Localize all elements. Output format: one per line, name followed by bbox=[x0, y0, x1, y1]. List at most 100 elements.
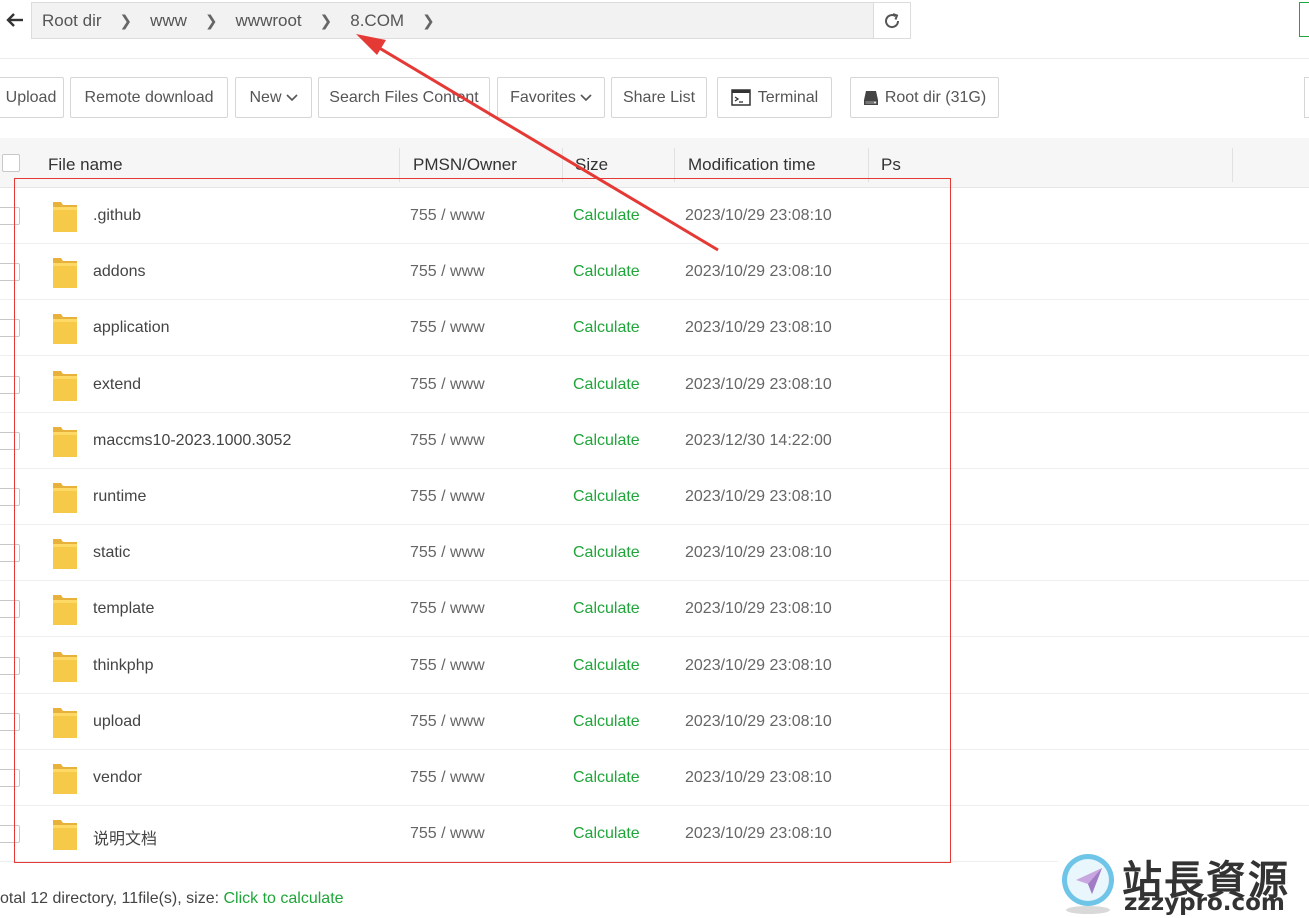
modification-time: 2023/10/29 23:08:10 bbox=[685, 207, 832, 224]
calculate-size-link[interactable]: Calculate bbox=[573, 600, 640, 618]
row-checkbox[interactable] bbox=[0, 375, 20, 394]
permission-owner[interactable]: 755 / www bbox=[410, 488, 485, 506]
permission-owner[interactable]: 755 / www bbox=[410, 713, 485, 731]
favorites-button[interactable]: Favorites bbox=[497, 77, 605, 118]
calculate-size-link[interactable]: Calculate bbox=[573, 657, 640, 675]
table-row[interactable]: application 755 / www Calculate 2023/10/29 … bbox=[0, 300, 1309, 357]
address-bar: Root dir ❯ www ❯ wwwroot ❯ 8.COM ❯ bbox=[0, 0, 1309, 44]
file-name[interactable]: runtime bbox=[93, 488, 146, 506]
file-name[interactable]: addons bbox=[93, 263, 146, 281]
file-name[interactable]: static bbox=[93, 544, 130, 562]
disk-root-button[interactable]: Root dir (31G) bbox=[850, 77, 999, 118]
modification-time: 2023/10/29 23:08:10 bbox=[685, 712, 832, 730]
calculate-size-link[interactable]: Calculate bbox=[573, 488, 640, 506]
row-checkbox[interactable] bbox=[0, 656, 20, 675]
column-header-owner[interactable]: PMSN/Owner bbox=[413, 155, 517, 175]
chevron-right-icon: ❯ bbox=[319, 12, 333, 30]
row-checkbox[interactable] bbox=[0, 488, 20, 506]
calculate-size-link[interactable]: Calculate bbox=[573, 376, 640, 394]
table-row[interactable]: template 755 / www Calculate 2023/10/29 23:… bbox=[0, 581, 1309, 638]
file-name[interactable]: maccms10-2023.1000.3052 bbox=[93, 432, 291, 450]
file-name[interactable]: 说明文档 bbox=[93, 825, 157, 849]
file-name[interactable]: application bbox=[93, 319, 170, 337]
permission-owner[interactable]: 755 / www bbox=[410, 600, 485, 618]
calculate-size-link[interactable]: Calculate bbox=[573, 319, 640, 337]
calculate-size-link[interactable]: Calculate bbox=[573, 713, 640, 731]
table-row[interactable]: runtime 755 / www Calculate 2023/10/29 23:0… bbox=[0, 469, 1309, 525]
calculate-size-link[interactable]: Calculate bbox=[573, 432, 640, 450]
chevron-down-icon bbox=[285, 91, 298, 105]
upload-button[interactable]: Upload bbox=[0, 77, 64, 118]
breadcrumb-item-www[interactable]: www ❯ bbox=[148, 11, 233, 31]
breadcrumb-item-wwwroot[interactable]: wwwroot ❯ bbox=[234, 11, 349, 31]
row-checkbox[interactable] bbox=[0, 712, 20, 731]
folder-icon bbox=[52, 368, 78, 402]
table-row[interactable]: vendor 755 / www Calculate 2023/10/29 23:08… bbox=[0, 750, 1309, 806]
folder-icon bbox=[52, 255, 78, 289]
watermark-en-text: zzzypro.com bbox=[1124, 890, 1285, 916]
breadcrumb-item-current[interactable]: 8.COM ❯ bbox=[348, 11, 450, 31]
table-row[interactable]: .github 755 / www Calculate 2023/10/29 23:0… bbox=[0, 188, 1309, 244]
file-name[interactable]: vendor bbox=[93, 769, 142, 787]
row-checkbox[interactable] bbox=[0, 825, 20, 844]
table-row[interactable]: extend 755 / www Calculate 2023/10/29 23:08… bbox=[0, 357, 1309, 413]
divider bbox=[0, 58, 1309, 59]
calculate-size-link[interactable]: Calculate bbox=[573, 263, 640, 281]
refresh-icon bbox=[885, 12, 900, 28]
calculate-size-link[interactable]: Calculate bbox=[573, 207, 640, 225]
back-button[interactable] bbox=[0, 3, 30, 37]
permission-owner[interactable]: 755 / www bbox=[410, 376, 485, 394]
remote-download-button[interactable]: Remote download bbox=[70, 77, 228, 118]
permission-owner[interactable]: 755 / www bbox=[410, 544, 485, 562]
terminal-button[interactable]: Terminal bbox=[717, 77, 832, 118]
table-row[interactable]: static 755 / www Calculate 2023/10/29 23:08… bbox=[0, 525, 1309, 582]
folder-icon bbox=[52, 536, 78, 570]
breadcrumb: Root dir ❯ www ❯ wwwroot ❯ 8.COM ❯ bbox=[31, 2, 874, 39]
permission-owner[interactable]: 755 / www bbox=[410, 319, 485, 337]
file-name[interactable]: thinkphp bbox=[93, 657, 154, 675]
file-name[interactable]: .github bbox=[93, 207, 141, 225]
calculate-size-link[interactable]: Click to calculate bbox=[224, 890, 344, 907]
column-header-ps: Ps bbox=[881, 155, 901, 174]
file-name[interactable]: extend bbox=[93, 376, 141, 394]
permission-owner[interactable]: 755 / www bbox=[410, 769, 485, 787]
row-checkbox[interactable] bbox=[0, 263, 20, 282]
refresh-button[interactable] bbox=[873, 2, 911, 39]
permission-owner[interactable]: 755 / www bbox=[410, 263, 485, 281]
partial-button[interactable] bbox=[1304, 77, 1309, 118]
table-row[interactable]: upload 755 / www Calculate 2023/10/29 23:08… bbox=[0, 694, 1309, 750]
modification-time: 2023/10/29 23:08:10 bbox=[685, 488, 832, 505]
row-checkbox[interactable] bbox=[0, 431, 20, 450]
column-header-mtime[interactable]: Modification time bbox=[688, 155, 816, 175]
modification-time: 2023/10/29 23:08:10 bbox=[685, 600, 832, 618]
column-divider bbox=[1232, 148, 1233, 182]
permission-owner[interactable]: 755 / www bbox=[410, 657, 485, 675]
row-checkbox[interactable] bbox=[0, 600, 20, 619]
row-checkbox[interactable] bbox=[0, 319, 20, 338]
row-checkbox[interactable] bbox=[0, 207, 20, 225]
permission-owner[interactable]: 755 / www bbox=[410, 207, 485, 225]
paper-plane-logo-icon bbox=[1062, 854, 1114, 914]
breadcrumb-item-root[interactable]: Root dir ❯ bbox=[40, 11, 148, 31]
permission-owner[interactable]: 755 / www bbox=[410, 825, 485, 843]
column-header-size[interactable]: Size bbox=[575, 155, 608, 175]
partial-button[interactable] bbox=[1299, 2, 1309, 37]
search-files-content-button[interactable]: Search Files Content bbox=[318, 77, 490, 118]
table-row[interactable]: thinkphp 755 / www Calculate 2023/10/29 23:… bbox=[0, 638, 1309, 694]
permission-owner[interactable]: 755 / www bbox=[410, 432, 485, 450]
row-checkbox[interactable] bbox=[0, 544, 20, 563]
new-button[interactable]: New bbox=[235, 77, 312, 118]
calculate-size-link[interactable]: Calculate bbox=[573, 544, 640, 562]
file-name[interactable]: upload bbox=[93, 713, 141, 731]
file-name[interactable]: template bbox=[93, 600, 154, 618]
share-list-button[interactable]: Share List bbox=[611, 77, 707, 118]
arrow-left-icon bbox=[6, 13, 23, 27]
footer-summary: otal 12 directory, 11file(s), size: Clic… bbox=[0, 890, 344, 907]
calculate-size-link[interactable]: Calculate bbox=[573, 825, 640, 843]
table-row[interactable]: maccms10-2023.1000.3052 755 / www Calculat… bbox=[0, 413, 1309, 469]
calculate-size-link[interactable]: Calculate bbox=[573, 769, 640, 787]
table-row[interactable]: addons 755 / www Calculate 2023/10/29 23:08… bbox=[0, 244, 1309, 301]
select-all-checkbox[interactable] bbox=[2, 154, 20, 172]
column-header-name[interactable]: File name bbox=[48, 155, 123, 175]
row-checkbox[interactable] bbox=[0, 769, 20, 787]
